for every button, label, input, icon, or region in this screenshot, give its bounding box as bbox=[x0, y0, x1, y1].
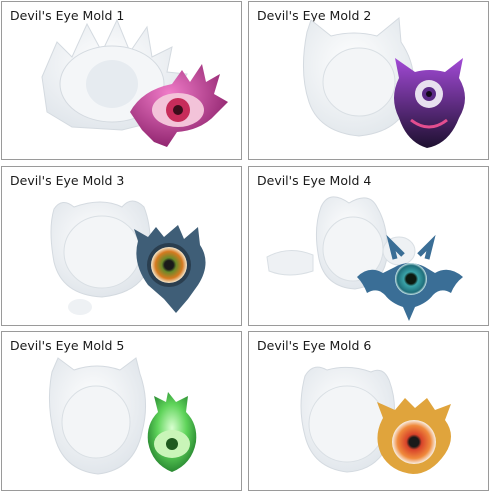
mold-4-photo bbox=[266, 196, 463, 321]
product-card-mold-5[interactable]: Devil's Eye Mold 5 bbox=[1, 331, 242, 491]
mold-6-photo bbox=[300, 366, 451, 474]
silicone-mold bbox=[50, 200, 151, 315]
product-card-mold-4[interactable]: Devil's Eye Mold 4 bbox=[248, 166, 489, 326]
resin-casting-blue-gray bbox=[134, 225, 206, 313]
mold-3-photo bbox=[50, 200, 206, 315]
product-card-mold-6[interactable]: Devil's Eye Mold 6 bbox=[248, 331, 489, 491]
mold-1-photo bbox=[41, 18, 228, 147]
product-card-mold-2[interactable]: Devil's Eye Mold 2 bbox=[248, 1, 489, 160]
silicone-mold bbox=[48, 357, 146, 475]
silicone-mold bbox=[302, 17, 414, 137]
mold-5-photo bbox=[48, 357, 197, 475]
resin-casting-purple bbox=[394, 58, 465, 148]
mold-2-photo bbox=[302, 17, 465, 148]
resin-casting-gold bbox=[377, 398, 451, 474]
product-card-mold-1[interactable]: Devil's Eye Mold 1 bbox=[1, 1, 242, 160]
resin-casting-green bbox=[147, 392, 197, 472]
product-card-mold-3[interactable]: Devil's Eye Mold 3 bbox=[1, 166, 242, 326]
silicone-mold bbox=[300, 366, 395, 473]
